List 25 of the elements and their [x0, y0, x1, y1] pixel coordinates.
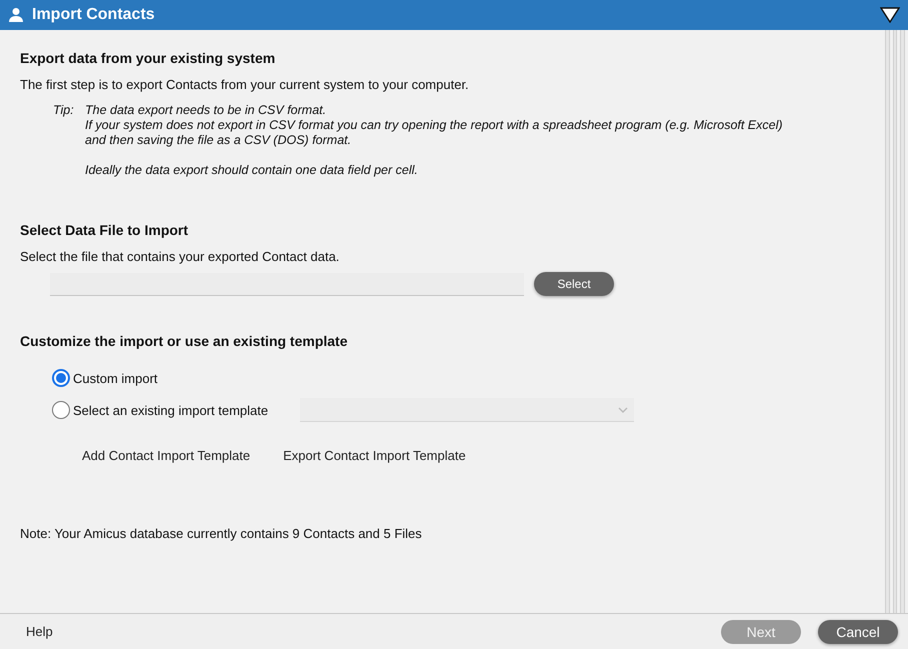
tip-text: The data export needs to be in CSV format.	[85, 103, 328, 118]
radio-label[interactable]: Custom import	[73, 370, 158, 386]
template-link[interactable]: Export Contact Import Template	[283, 448, 466, 463]
radio-button[interactable]	[52, 401, 70, 419]
person-icon	[8, 7, 24, 23]
tip-text: If your system does not export in CSV format you can try opening the report with a spreadsheet program (e.g. Microsoft Excel)	[85, 118, 783, 133]
radio-label[interactable]: Select an existing import template	[73, 402, 268, 418]
tip-text: Ideally the data export should contain one data field per cell.	[85, 163, 419, 178]
select-button[interactable]: Select	[534, 272, 614, 296]
instruction-text: Select the file that contains your exported Contact data.	[20, 249, 340, 264]
instruction-text: The first step is to export Contacts from your current system to your computer.	[20, 77, 470, 92]
file-path-field[interactable]	[50, 272, 524, 296]
cancel-button[interactable]: Cancel	[818, 620, 898, 644]
dropdown-triangle-icon[interactable]	[880, 7, 900, 23]
chevron-down-icon	[618, 406, 628, 412]
section-heading: Customize the import or use an existing template	[20, 333, 349, 349]
window-title: Import Contacts	[32, 6, 156, 24]
help-link[interactable]: Help	[26, 624, 704, 639]
radio-button[interactable]	[52, 369, 70, 387]
note-text: Note: Your Amicus database currently contains 9 Contacts and 5 Files	[20, 526, 423, 541]
section-heading: Select Data File to Import	[20, 222, 190, 238]
tip-text: and then saving the file as a CSV (DOS) format.	[85, 133, 352, 148]
tip-label: Tip:	[53, 103, 75, 119]
section-heading: Export data from your existing system	[20, 50, 276, 66]
template-link[interactable]: Add Contact Import Template	[82, 448, 250, 463]
